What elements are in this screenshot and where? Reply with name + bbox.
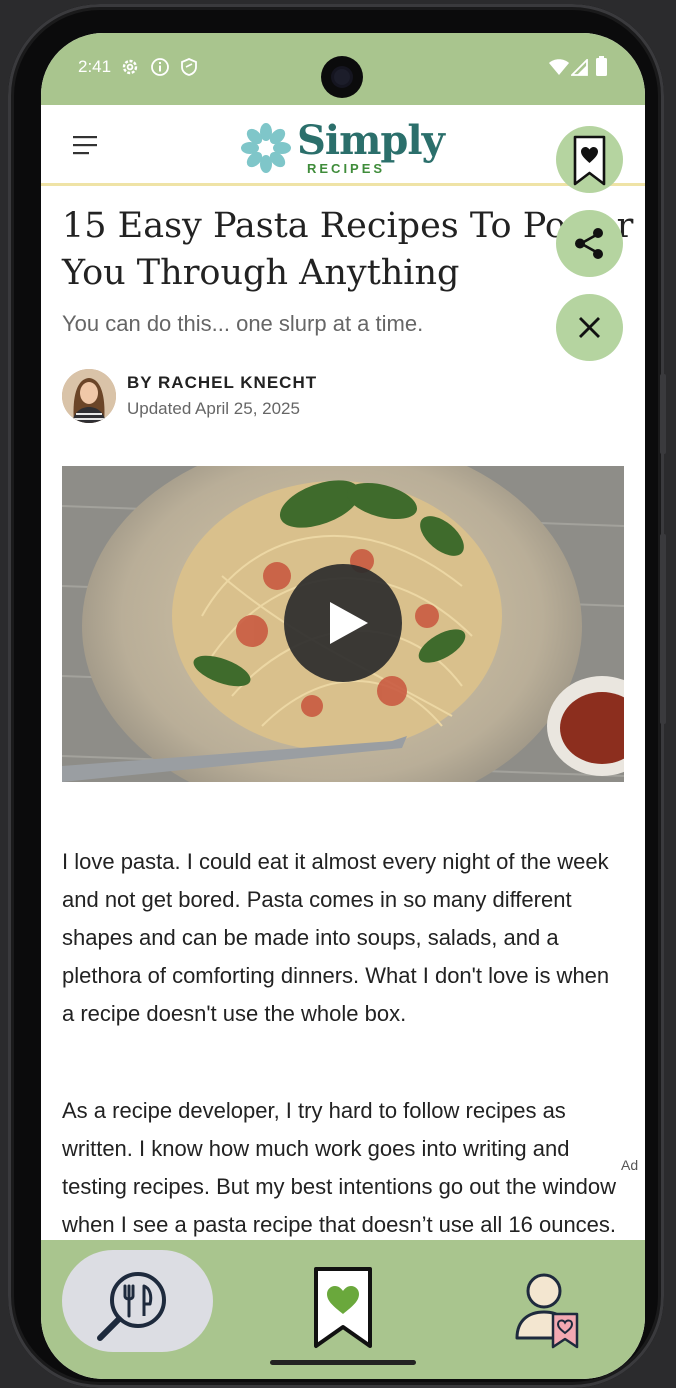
signal-icon <box>571 59 588 76</box>
article-paragraph-1: I love pasta. I could eat it almost ever… <box>62 849 610 1026</box>
info-icon <box>151 58 169 76</box>
nav-saved-tab[interactable] <box>311 1264 375 1352</box>
play-button[interactable] <box>284 564 402 682</box>
shield-icon <box>181 58 197 76</box>
author-avatar[interactable] <box>62 369 116 423</box>
gesture-handle[interactable] <box>270 1360 416 1365</box>
nav-profile-tab[interactable] <box>513 1270 583 1350</box>
author-photo <box>62 369 116 423</box>
logo-subtitle: RECIPES <box>307 161 386 176</box>
status-time: 2:41 <box>78 57 112 76</box>
updated-date: Updated April 25, 2025 <box>127 399 300 418</box>
bookmark-heart-icon <box>573 135 606 186</box>
close-icon <box>579 317 600 338</box>
settings-icon <box>122 59 138 75</box>
article-title-line-1: 15 Easy Pasta Recipes To Power <box>62 206 634 246</box>
recipe-search-icon <box>97 1272 166 1341</box>
profile-icon <box>515 1273 579 1349</box>
device-frame: 2:41 Simply RECIPES 15 Easy Pasta Recipe… <box>8 4 666 1388</box>
author-byline[interactable]: BY RACHEL KNECHT <box>127 373 317 393</box>
site-logo[interactable]: Simply RECIPES <box>239 115 449 177</box>
article-subtitle: You can do this... one slurp at a time. <box>62 311 424 336</box>
save-recipe-button[interactable] <box>556 126 623 193</box>
status-bar: 2:41 <box>41 33 645 105</box>
wifi-icon <box>549 59 569 75</box>
battery-icon <box>596 56 607 76</box>
flower-logo-icon <box>241 123 291 173</box>
side-button-volume <box>660 534 666 724</box>
bottom-navigation <box>41 1240 645 1379</box>
menu-icon[interactable] <box>71 133 99 157</box>
side-button-power <box>660 374 666 454</box>
share-icon <box>575 228 603 259</box>
screen: 2:41 Simply RECIPES 15 Easy Pasta Recipe… <box>41 33 645 1379</box>
saved-bookmark-icon <box>314 1267 372 1348</box>
close-button[interactable] <box>556 294 623 361</box>
nav-recipes-tab[interactable] <box>62 1250 213 1352</box>
ad-label: Ad <box>621 1157 639 1173</box>
share-button[interactable] <box>556 210 623 277</box>
logo-wordmark: Simply <box>297 117 445 164</box>
article-video[interactable] <box>62 466 624 782</box>
front-camera <box>321 56 363 98</box>
site-header: Simply RECIPES <box>41 105 645 186</box>
article-title-line-2: You Through Anything <box>62 253 460 293</box>
